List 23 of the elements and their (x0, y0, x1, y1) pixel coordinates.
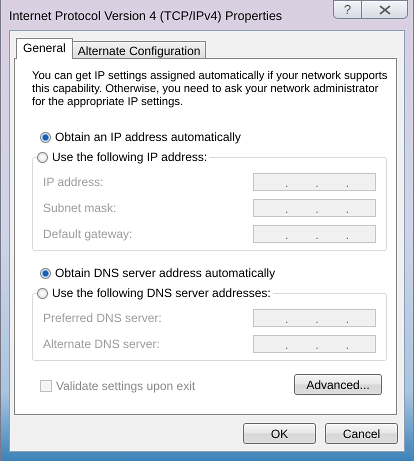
radio-button[interactable] (37, 288, 48, 298)
tab[interactable]: General (16, 38, 73, 59)
radio-label[interactable]: Obtain an IP address automatically (55, 130, 241, 144)
field-label: Default gateway: (43, 227, 132, 241)
close-icon (378, 4, 390, 14)
field-label: Preferred DNS server: (43, 311, 162, 325)
field-label: IP address: (43, 175, 104, 189)
radio-button[interactable] (40, 132, 51, 142)
radio-label[interactable]: Obtain DNS server address automatically (55, 266, 276, 280)
description-text: You can get IP settings assigned automatically if your network supports this capability. Otherwise, you need to ask your network administrator for the appropriate IP settings. (32, 70, 388, 109)
window-title: Internet Protocol Version 4 (TCP/IPv4) Properties (9, 9, 282, 23)
radio-label[interactable]: Use the following DNS server addresses: (52, 286, 271, 300)
radio-button[interactable] (37, 152, 48, 162)
dialog-button[interactable]: Cancel (325, 423, 398, 444)
close-button[interactable] (362, 0, 408, 19)
radio-button[interactable] (40, 268, 51, 278)
field-label: Alternate DNS server: (43, 337, 160, 351)
field-label: Subnet mask: (43, 201, 116, 215)
advanced-button[interactable]: Advanced... (294, 374, 382, 395)
tab[interactable]: Alternate Configuration (72, 41, 206, 58)
help-button[interactable]: ? (333, 0, 362, 19)
radio-label[interactable]: Use the following IP address: (52, 150, 208, 164)
dialog-button[interactable]: OK (243, 423, 316, 444)
